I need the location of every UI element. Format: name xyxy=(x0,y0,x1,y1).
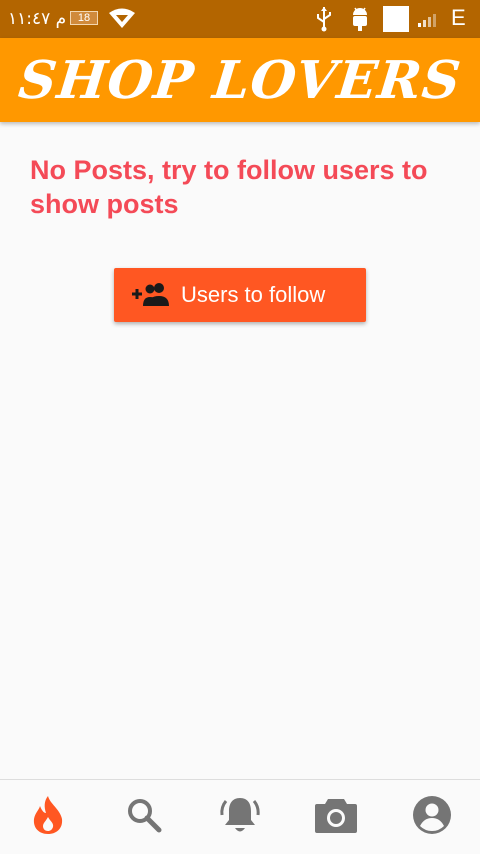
empty-feed-message: No Posts, try to follow users to show po… xyxy=(30,155,428,219)
nav-notifications[interactable] xyxy=(192,780,288,854)
nav-camera[interactable] xyxy=(288,780,384,854)
notification-icon xyxy=(383,6,409,32)
app-title: SHOP LOVERS xyxy=(15,49,465,111)
users-to-follow-label: Users to follow xyxy=(181,282,326,307)
account-icon xyxy=(412,795,452,840)
users-to-follow-button[interactable]: Users to follow xyxy=(114,268,366,322)
bottom-navigation xyxy=(0,779,480,854)
battery-indicator: 18 xyxy=(70,11,98,25)
group-add-icon xyxy=(131,281,169,310)
search-icon xyxy=(126,797,162,838)
usb-icon xyxy=(314,6,334,37)
camera-icon xyxy=(314,796,358,839)
android-icon xyxy=(350,6,370,37)
signal-icon xyxy=(416,10,440,33)
wifi-icon xyxy=(108,7,136,34)
status-time: م ١١:٤٧ xyxy=(8,9,67,29)
network-type: E xyxy=(451,5,466,30)
nav-search[interactable] xyxy=(96,780,192,854)
status-bar: م ١١:٤٧ 18 E xyxy=(0,0,480,38)
app-bar: SHOP LOVERS xyxy=(0,38,480,122)
nav-home[interactable] xyxy=(0,780,96,854)
flame-icon xyxy=(31,795,65,840)
nav-profile[interactable] xyxy=(384,780,480,854)
bell-icon xyxy=(219,795,261,840)
